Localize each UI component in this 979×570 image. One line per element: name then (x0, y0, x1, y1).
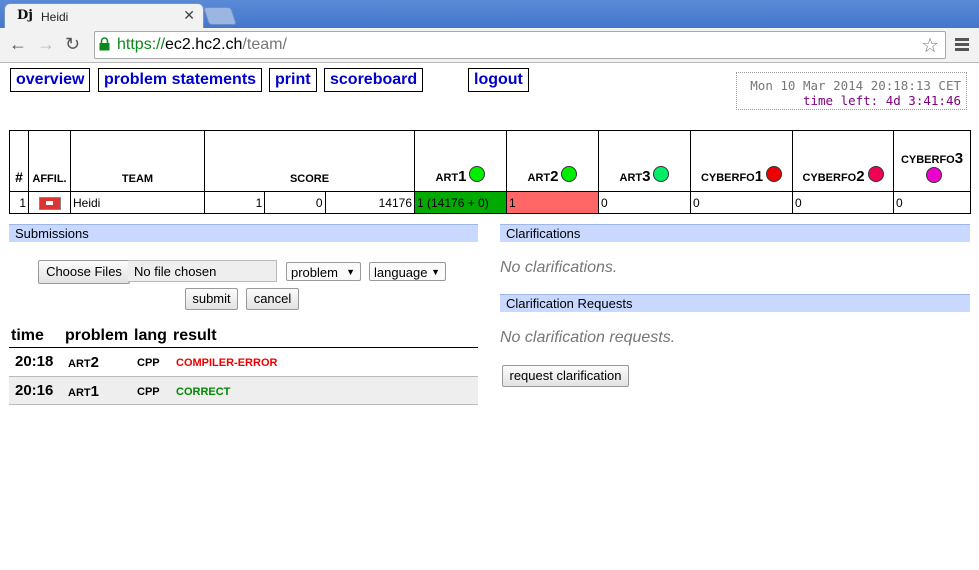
contest-clock: Mon 10 Mar 2014 20:18:13 CET time left: … (736, 72, 967, 110)
scoreboard-header-row: # AFFIL. TEAM SCORE ART1 ART2 ART3 CYBER… (9, 130, 971, 192)
tab-strip: Dj Heidi ✕ (0, 0, 979, 29)
balloon-icon (766, 166, 783, 182)
balloon-icon (561, 166, 578, 182)
tab-title: Heidi (41, 10, 69, 24)
no-clarification-requests-text: No clarification requests. (500, 329, 676, 346)
column-time: time (11, 327, 44, 344)
score-header: SCORE (204, 130, 415, 192)
choose-files-button[interactable]: Choose Files (38, 260, 130, 284)
penalty: 0 (264, 191, 326, 214)
cancel-button[interactable]: cancel (246, 288, 299, 310)
submissions-heading: Submissions (9, 224, 478, 242)
address-bar[interactable]: https://ec2.hc2.ch/team/ ☆ (94, 31, 946, 59)
submission-result: COMPILER-ERROR (176, 357, 278, 369)
url-path: /team/ (242, 36, 287, 53)
scoreboard-link[interactable]: scoreboard (324, 68, 424, 92)
domjudge-favicon-icon: Dj (17, 8, 33, 23)
problem-header[interactable]: ART2 (506, 130, 599, 192)
submission-row[interactable]: 20:18 ART2 CPP COMPILER-ERROR (9, 347, 478, 375)
browser-tab[interactable]: Dj Heidi ✕ (4, 3, 204, 29)
problem-cell[interactable]: 1 (506, 191, 599, 214)
affiliation-flag (28, 191, 71, 214)
language-select[interactable]: language ▼ (369, 262, 446, 281)
file-chosen-label: No file chosen (128, 260, 277, 282)
column-problem: problem (65, 327, 129, 344)
time-left: time left: 4d 3:41:46 (802, 93, 961, 108)
problem-header[interactable]: ART1 (414, 130, 507, 192)
problem-header[interactable]: ART3 (598, 130, 691, 192)
lock-icon (99, 37, 110, 51)
clock-time: Mon 10 Mar 2014 20:18:13 CET (750, 78, 961, 93)
column-result: result (173, 327, 217, 344)
bookmark-star-icon[interactable]: ☆ (921, 33, 939, 58)
affiliation-header: AFFIL. (28, 130, 71, 192)
team-header: TEAM (70, 130, 205, 192)
submission-lang: CPP (137, 386, 160, 398)
balloon-icon (925, 167, 942, 183)
scoreboard-table: # AFFIL. TEAM SCORE ART1 ART2 ART3 CYBER… (9, 130, 971, 214)
team-name[interactable]: Heidi (70, 191, 205, 214)
dropdown-arrow-icon: ▼ (431, 267, 440, 277)
problem-cell[interactable]: 1 (14176 + 0) (414, 191, 507, 214)
clarifications-heading: Clarifications (500, 224, 970, 242)
clarification-requests-heading: Clarification Requests (500, 294, 970, 312)
problem-select[interactable]: problem ▼ (286, 262, 361, 281)
browser-toolbar: ← → ↻ https://ec2.hc2.ch/team/ ☆ (0, 28, 979, 63)
scoreboard-team-row: 1 Heidi 1 0 14176 1 (14176 + 0) 1 0 0 0 … (9, 191, 971, 214)
flag-icon (38, 196, 61, 210)
url-scheme: https:// (117, 36, 166, 53)
browser-menu-icon[interactable] (955, 38, 969, 53)
problem-statements-link[interactable]: problem statements (98, 68, 263, 92)
balloon-icon (653, 166, 670, 182)
problem-cell[interactable]: 0 (792, 191, 894, 214)
column-lang: lang (134, 327, 167, 344)
new-tab-button[interactable] (203, 7, 237, 25)
submission-lang: CPP (137, 357, 160, 369)
reload-icon[interactable]: ↻ (65, 34, 80, 54)
url-host: ec2.hc2.ch (165, 36, 243, 53)
back-icon[interactable]: ← (9, 34, 27, 54)
solved-count: 1 (203, 191, 266, 214)
submission-result: CORRECT (176, 386, 231, 398)
submission-problem: ART2 (68, 354, 99, 371)
problem-header[interactable]: CYBERFO3 (893, 130, 971, 192)
submission-time: 20:18 (15, 353, 54, 370)
problem-cell[interactable]: 0 (893, 191, 971, 214)
problem-header[interactable]: CYBERFO2 (792, 130, 894, 192)
overview-link[interactable]: overview (10, 68, 91, 92)
submission-time: 20:16 (15, 382, 54, 399)
submit-button[interactable]: submit (185, 288, 238, 310)
balloon-icon (469, 166, 486, 182)
no-clarifications-text: No clarifications. (500, 259, 618, 276)
request-clarification-button[interactable]: request clarification (502, 365, 629, 387)
team-rank: 1 (9, 191, 29, 214)
balloon-icon (867, 166, 884, 182)
rank-header: # (9, 130, 29, 192)
submission-problem: ART1 (68, 383, 99, 400)
problem-cell[interactable]: 0 (598, 191, 691, 214)
logout-link[interactable]: logout (468, 68, 529, 92)
submission-row[interactable]: 20:16 ART1 CPP CORRECT (9, 376, 478, 405)
print-link[interactable]: print (269, 68, 317, 92)
problem-cell[interactable]: 0 (690, 191, 793, 214)
forward-icon[interactable]: → (37, 34, 55, 54)
problem-header[interactable]: CYBERFO1 (690, 130, 793, 192)
close-tab-icon[interactable]: ✕ (183, 7, 195, 24)
total-time: 14176 (324, 191, 416, 214)
dropdown-arrow-icon: ▼ (346, 267, 355, 277)
